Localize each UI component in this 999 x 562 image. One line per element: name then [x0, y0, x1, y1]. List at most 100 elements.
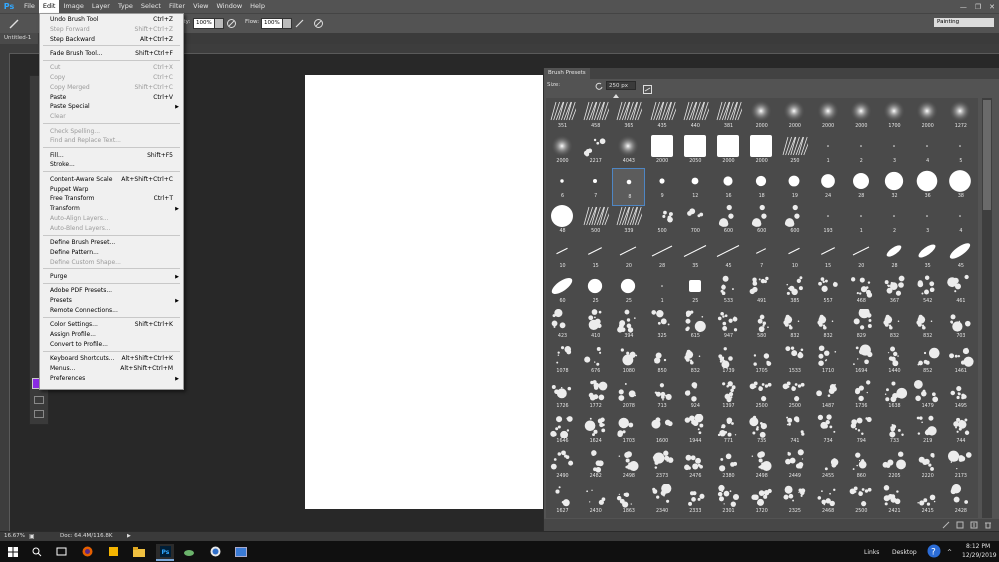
- brush-preset-item[interactable]: 1461: [944, 343, 977, 381]
- brush-preset-item[interactable]: 703: [944, 308, 977, 346]
- menu-item-transform[interactable]: Transform ▶: [40, 204, 183, 214]
- menu-item-define-brush-preset[interactable]: Define Brush Preset...: [40, 238, 183, 248]
- menu-file[interactable]: File: [20, 0, 39, 13]
- brush-preset-item[interactable]: 2415: [911, 483, 944, 518]
- brush-preset-item[interactable]: 2500: [845, 483, 878, 518]
- brush-preset-item[interactable]: 193: [812, 203, 845, 241]
- menu-view[interactable]: View: [189, 0, 212, 13]
- menu-item-fade-brush-tool[interactable]: Fade Brush Tool... Shift+Ctrl+F: [40, 49, 183, 59]
- brush-preset-item[interactable]: 1: [646, 273, 679, 311]
- info-icon[interactable]: ▣: [29, 533, 35, 540]
- brush-preset-item[interactable]: 771: [712, 413, 745, 451]
- brush-preset-item[interactable]: 2000: [845, 98, 878, 136]
- brush-preset-item[interactable]: 1533: [778, 343, 811, 381]
- brush-preset-item[interactable]: 2490: [546, 448, 579, 486]
- brush-preset-item[interactable]: 1495: [944, 378, 977, 416]
- brush-preset-item[interactable]: 2373: [646, 448, 679, 486]
- brush-preset-item[interactable]: 2050: [679, 133, 712, 171]
- brush-preset-item[interactable]: 700: [679, 203, 712, 241]
- brush-preset-item[interactable]: 832: [778, 308, 811, 346]
- tray-chevron-icon[interactable]: ^: [947, 549, 952, 556]
- trash-icon[interactable]: [984, 521, 992, 529]
- document-canvas[interactable]: [305, 75, 543, 509]
- clock-date[interactable]: 12/29/2019: [962, 552, 997, 559]
- menu-item-free-transform[interactable]: Free Transform Ctrl+T: [40, 194, 183, 204]
- brush-preset-item[interactable]: 1487: [812, 378, 845, 416]
- brush-preset-item[interactable]: 3: [911, 203, 944, 241]
- brush-preset-item[interactable]: 500: [579, 203, 612, 241]
- brush-preset-item[interactable]: 2325: [778, 483, 811, 518]
- brush-preset-item[interactable]: 410: [579, 308, 612, 346]
- search-icon[interactable]: [30, 545, 44, 558]
- photos-icon[interactable]: [234, 545, 248, 558]
- brush-preset-item[interactable]: 15: [812, 238, 845, 276]
- brush-preset-item[interactable]: 1739: [712, 343, 745, 381]
- brush-preset-item[interactable]: 458: [579, 98, 612, 136]
- brush-preset-item[interactable]: 1080: [612, 343, 645, 381]
- menu-item-presets[interactable]: Presets ▶: [40, 296, 183, 306]
- brush-preset-item[interactable]: 947: [712, 308, 745, 346]
- brush-preset-item[interactable]: 852: [911, 343, 944, 381]
- photoshop-taskbar-icon[interactable]: Ps: [156, 544, 174, 561]
- clock-time[interactable]: 8:12 PM: [966, 543, 990, 550]
- brush-preset-item[interactable]: 557: [812, 273, 845, 311]
- brush-preset-item[interactable]: 394: [612, 308, 645, 346]
- brush-preset-item[interactable]: 2217: [579, 133, 612, 171]
- menu-item-remote-connections[interactable]: Remote Connections...: [40, 306, 183, 316]
- brush-preset-item[interactable]: 38: [944, 168, 977, 206]
- brush-preset-item[interactable]: 1646: [546, 413, 579, 451]
- brush-preset-item[interactable]: 325: [646, 308, 679, 346]
- brush-preset-item[interactable]: 1700: [878, 98, 911, 136]
- brush-preset-item[interactable]: 1272: [944, 98, 977, 136]
- file-explorer-icon[interactable]: [132, 545, 146, 558]
- new-preset-icon[interactable]: [956, 521, 964, 529]
- brush-preset-item[interactable]: 2482: [579, 448, 612, 486]
- brush-preset-item[interactable]: 2173: [944, 448, 977, 486]
- brush-preset-item[interactable]: 219: [911, 413, 944, 451]
- brush-settings-icon[interactable]: [942, 521, 950, 529]
- photoshop-logo-icon[interactable]: Ps: [0, 0, 18, 13]
- brush-preset-item[interactable]: 381: [712, 98, 745, 136]
- brush-preset-item[interactable]: 832: [812, 308, 845, 346]
- brush-preset-item[interactable]: 35: [911, 238, 944, 276]
- brush-preset-item[interactable]: 1703: [612, 413, 645, 451]
- brush-preset-item[interactable]: 1720: [745, 483, 778, 518]
- app-icon-yellow[interactable]: [106, 545, 120, 558]
- brush-preset-item[interactable]: 468: [845, 273, 878, 311]
- brush-preset-item[interactable]: 339: [612, 203, 645, 241]
- brush-preset-item[interactable]: 491: [745, 273, 778, 311]
- brush-presets-tab[interactable]: Brush Presets: [544, 68, 590, 79]
- links-toolbar[interactable]: Links: [864, 549, 879, 556]
- brush-preset-item[interactable]: 8: [612, 168, 646, 206]
- document-tab[interactable]: Untitled-1 @: [0, 33, 38, 52]
- brush-preset-item[interactable]: 2220: [911, 448, 944, 486]
- menu-item-preferences[interactable]: Preferences ▶: [40, 374, 183, 384]
- brush-preset-item[interactable]: 2421: [878, 483, 911, 518]
- brush-preset-item[interactable]: 1440: [878, 343, 911, 381]
- brush-preset-item[interactable]: 2000: [745, 133, 778, 171]
- brush-preset-item[interactable]: 19: [778, 168, 811, 206]
- brush-preset-item[interactable]: 1600: [646, 413, 679, 451]
- brush-preset-item[interactable]: 2476: [679, 448, 712, 486]
- brush-preset-item[interactable]: 2468: [812, 483, 845, 518]
- brush-preset-item[interactable]: 2000: [546, 133, 579, 171]
- brush-preset-item[interactable]: 600: [745, 203, 778, 241]
- brush-preset-item[interactable]: 15: [579, 238, 612, 276]
- brush-preset-item[interactable]: 580: [745, 308, 778, 346]
- menu-filter[interactable]: Filter: [165, 0, 189, 13]
- brush-preset-item[interactable]: 351: [546, 98, 579, 136]
- brush-preset-item[interactable]: 2000: [778, 98, 811, 136]
- screen-mode-icon[interactable]: [34, 410, 44, 418]
- brush-preset-item[interactable]: 1705: [745, 343, 778, 381]
- brush-preset-item[interactable]: 794: [845, 413, 878, 451]
- brush-preset-item[interactable]: 735: [745, 413, 778, 451]
- ruler-vertical[interactable]: [0, 53, 10, 531]
- brush-preset-item[interactable]: 36: [911, 168, 944, 206]
- size-input[interactable]: 250 px: [606, 81, 636, 90]
- brush-preset-item[interactable]: 435: [646, 98, 679, 136]
- brush-preset-item[interactable]: 4: [944, 203, 977, 241]
- menu-help[interactable]: Help: [246, 0, 269, 13]
- app-icon-circle[interactable]: [208, 545, 222, 558]
- brush-preset-item[interactable]: 461: [944, 273, 977, 311]
- brush-preset-item[interactable]: 24: [812, 168, 845, 206]
